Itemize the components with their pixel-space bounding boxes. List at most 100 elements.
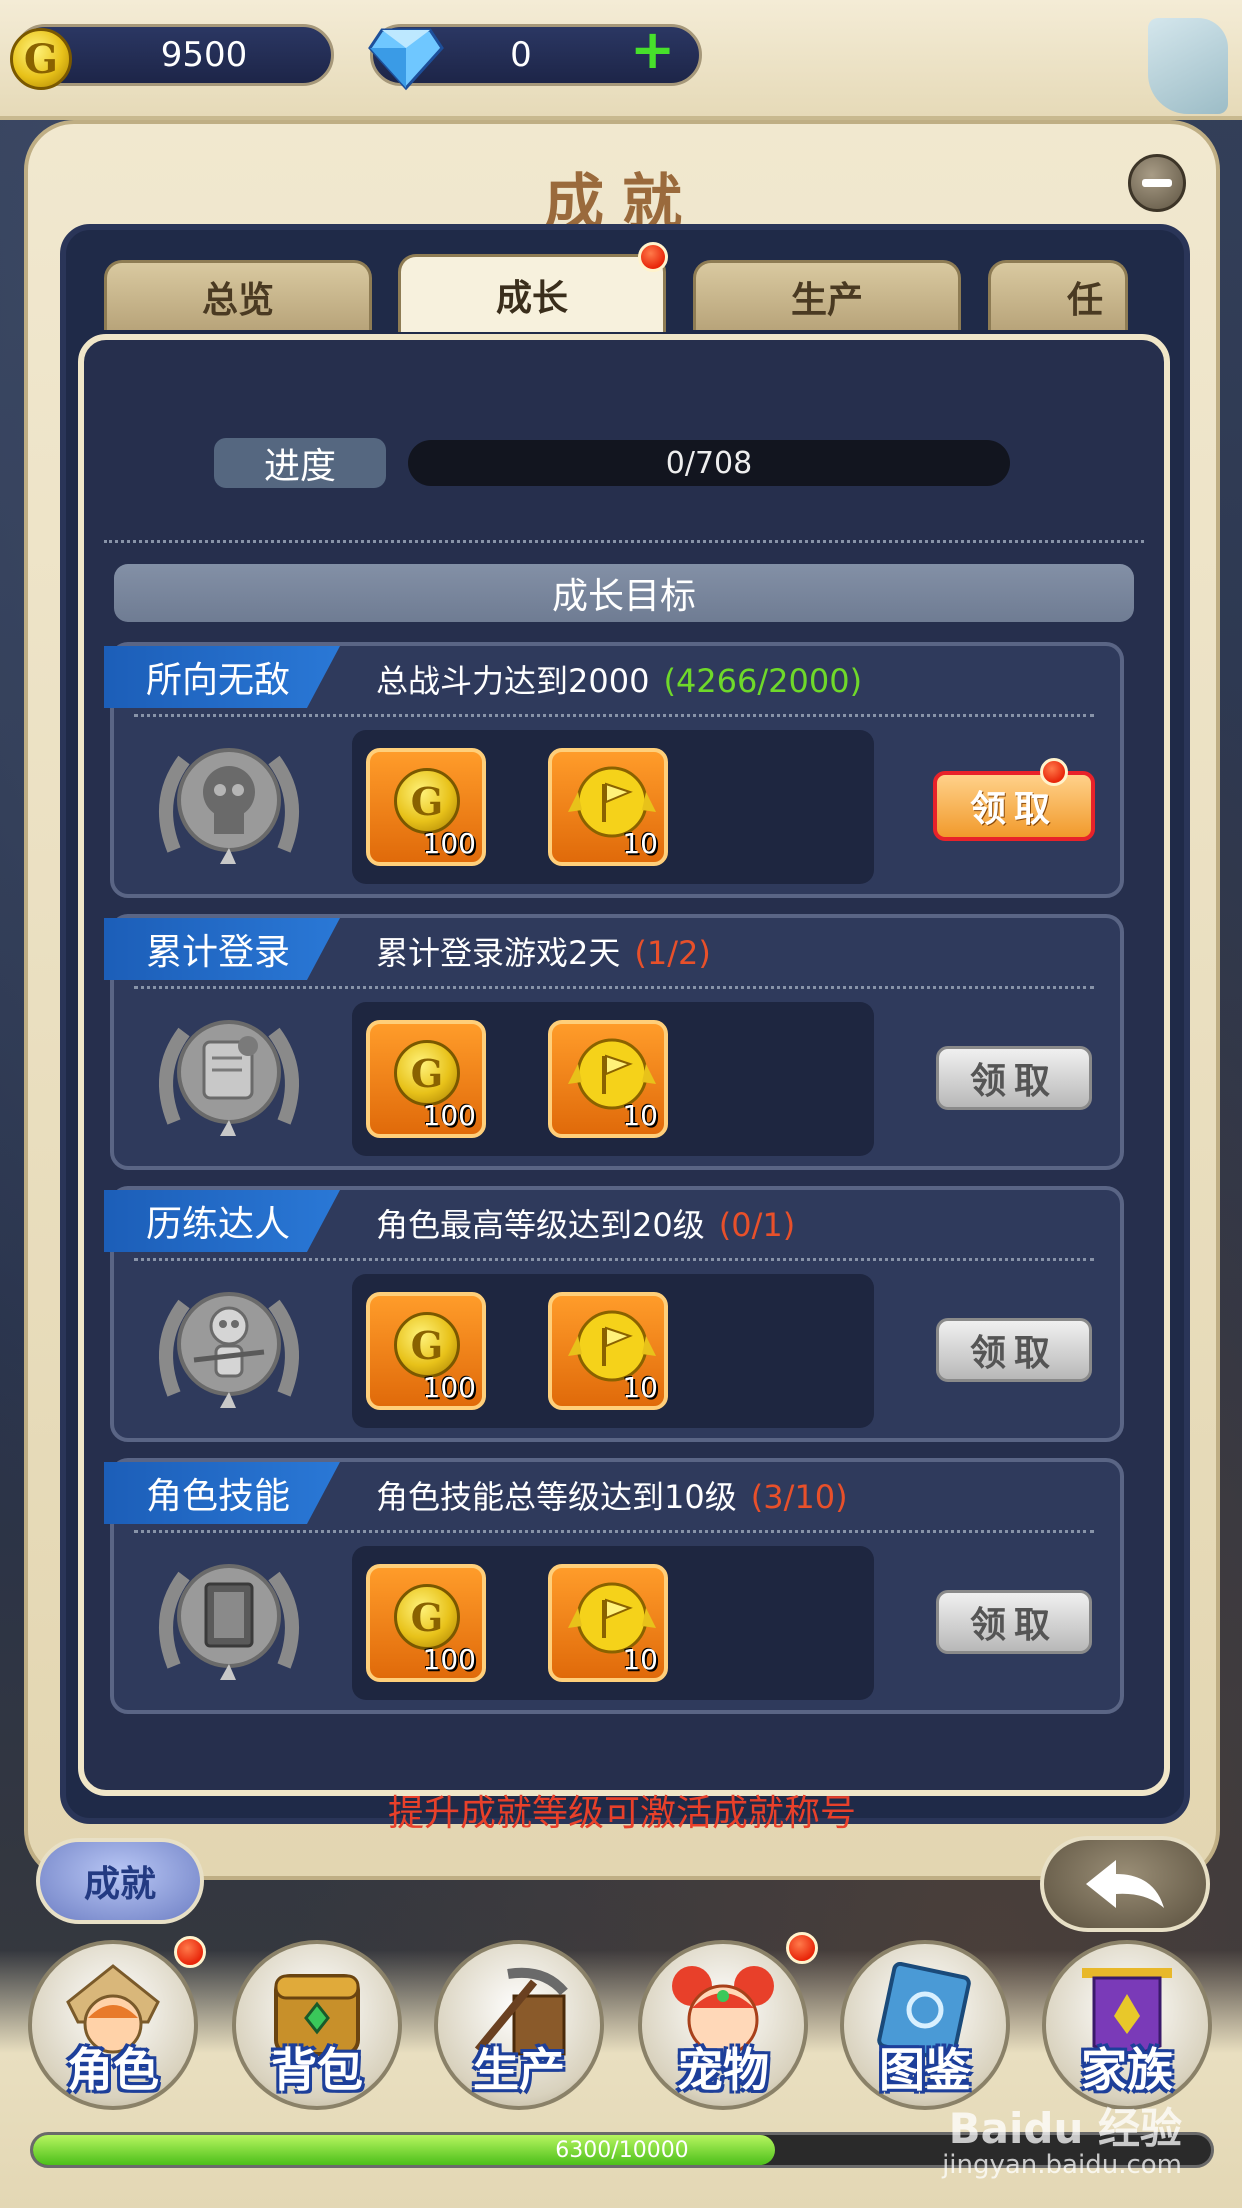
achievement-card: 历练达人 角色最高等级达到20级 (0/1) G 100 10 领取: [104, 1186, 1124, 1442]
tab-label: 成长: [495, 277, 568, 319]
divider: [104, 540, 1144, 543]
achievement-progress: (4266/2000): [663, 662, 863, 700]
achievement-desc: 总战斗力达到2000 (4266/2000): [376, 656, 862, 702]
tab-task[interactable]: 任: [988, 260, 1128, 330]
gold-coin-icon: G: [394, 1584, 460, 1650]
progress-label: 进度: [214, 438, 386, 488]
tab-content: 进度 0/708 成长目标 所向无敌 总战斗力达到2000 (4266/2000): [78, 334, 1170, 1796]
achievement-name: 角色技能: [104, 1462, 340, 1524]
divider: [134, 986, 1094, 989]
notification-dot: [638, 242, 668, 272]
flag-reward[interactable]: 10: [548, 748, 668, 866]
book-medal-icon: [159, 1564, 299, 1680]
desc-text: 总战斗力达到2000: [376, 662, 650, 700]
reward-count: 10: [622, 1643, 658, 1676]
reward-count: 100: [422, 1643, 476, 1676]
gold-reward[interactable]: G 100: [366, 1020, 486, 1138]
notification-dot: [786, 1932, 818, 1964]
gold-reward[interactable]: G 100: [366, 1564, 486, 1682]
tab-overview[interactable]: 总览: [104, 260, 372, 330]
scroll-medal-icon: [159, 1020, 299, 1136]
nav-production[interactable]: 生产: [434, 1940, 604, 2110]
tab-growth[interactable]: 成长: [398, 254, 666, 332]
claim-button[interactable]: 领取: [936, 1318, 1092, 1382]
reward-count: 100: [422, 1371, 476, 1404]
flag-reward[interactable]: 10: [548, 1564, 668, 1682]
reward-count: 10: [622, 1099, 658, 1132]
achievement-desc: 角色技能总等级达到10级 (3/10): [376, 1472, 848, 1518]
flag-reward[interactable]: 10: [548, 1292, 668, 1410]
progress-bar: 0/708: [408, 440, 1010, 486]
notification-dot: [174, 1936, 206, 1968]
tab-label: 总览: [201, 279, 274, 321]
claim-button[interactable]: 领取: [933, 771, 1095, 841]
gold-coin-icon: G: [394, 1312, 460, 1378]
diamond-icon: [368, 28, 444, 91]
achievement-card: 所向无敌 总战斗力达到2000 (4266/2000) G 100 10 领取: [104, 642, 1124, 898]
back-arrow-icon: [1086, 1860, 1164, 1908]
achievement-card: 累计登录 累计登录游戏2天 (1/2) G 100 10 领取: [104, 914, 1124, 1170]
add-gems-button[interactable]: +: [630, 23, 675, 77]
skeleton-medal-icon: [159, 1292, 299, 1408]
back-button[interactable]: [1040, 1836, 1210, 1932]
gold-coin-icon: G: [394, 1040, 460, 1106]
progress-value: 0/708: [665, 445, 753, 481]
gold-coin-icon: G: [10, 28, 72, 90]
divider: [134, 1530, 1094, 1533]
nav-pet[interactable]: 宠物: [638, 1940, 808, 2110]
achievement-desc: 累计登录游戏2天 (1/2): [376, 928, 711, 974]
nav-label: 角色: [67, 2043, 159, 2097]
nav-label: 生产: [473, 2043, 565, 2097]
watermark-logo: Baidu 经验: [948, 2104, 1182, 2153]
tab-production[interactable]: 生产: [693, 260, 961, 330]
gold-reward[interactable]: G 100: [366, 748, 486, 866]
nav-guild[interactable]: 家族: [1042, 1940, 1212, 2110]
achievement-card: 角色技能 角色技能总等级达到10级 (3/10) G 100 10 领取: [104, 1458, 1124, 1714]
achievement-panel: 成就 总览 成长 生产 任 进度 0/708 成长目标 所向无敌 总战斗力达到2…: [24, 120, 1220, 1880]
section-header: 成长目标: [114, 564, 1134, 622]
nav-label: 宠物: [677, 2043, 769, 2097]
reward-count: 10: [622, 827, 658, 860]
achievement-progress: (1/2): [634, 934, 711, 972]
achievement-name: 历练达人: [104, 1190, 340, 1252]
achievement-button[interactable]: 成就: [36, 1838, 204, 1924]
skull-medal-icon: [159, 748, 299, 864]
nav-label: 背包: [271, 2043, 363, 2097]
nav-character[interactable]: 角色: [28, 1940, 198, 2110]
reward-list: G 100 10: [352, 730, 874, 884]
desc-text: 角色技能总等级达到10级: [376, 1478, 737, 1516]
reward-list: G 100 10: [352, 1274, 874, 1428]
claim-button[interactable]: 领取: [936, 1046, 1092, 1110]
reward-count: 100: [422, 827, 476, 860]
tab-label: 生产: [790, 279, 863, 321]
gold-amount: 9500: [160, 35, 248, 75]
achievement-progress: (0/1): [718, 1206, 796, 1244]
nav-codex[interactable]: 图鉴: [840, 1940, 1010, 2110]
nav-label: 图鉴: [879, 2043, 971, 2097]
divider: [134, 714, 1094, 717]
watermark-url: jingyan.baidu.com: [942, 2150, 1182, 2180]
reward-list: G 100 10: [352, 1546, 874, 1700]
gold-reward[interactable]: G 100: [366, 1292, 486, 1410]
reward-count: 10: [622, 1371, 658, 1404]
tab-label: 任: [1067, 279, 1104, 321]
claim-button[interactable]: 领取: [936, 1590, 1092, 1654]
achievement-desc: 角色最高等级达到20级 (0/1): [376, 1200, 795, 1246]
reward-list: G 100 10: [352, 1002, 874, 1156]
achievement-name: 所向无敌: [104, 646, 340, 708]
divider: [134, 1258, 1094, 1261]
achievement-progress: (3/10): [750, 1478, 848, 1516]
ice-corner-decoration: [1148, 18, 1228, 114]
nav-backpack[interactable]: 背包: [232, 1940, 402, 2110]
achievement-name: 累计登录: [104, 918, 340, 980]
flag-reward[interactable]: 10: [548, 1020, 668, 1138]
nav-label: 家族: [1081, 2043, 1173, 2097]
hint-text: 提升成就等级可激活成就称号: [387, 1793, 856, 1834]
notification-dot: [1040, 758, 1068, 786]
reward-count: 100: [422, 1099, 476, 1132]
minimize-button[interactable]: [1128, 154, 1186, 212]
gold-coin-icon: G: [394, 768, 460, 834]
resource-bar: 9500 G 0 +: [0, 0, 1242, 120]
minus-icon: [1142, 179, 1172, 187]
gem-amount: 0: [510, 35, 532, 75]
